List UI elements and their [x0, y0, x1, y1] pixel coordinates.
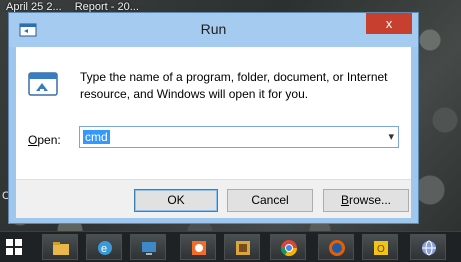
- network-icon: [139, 238, 159, 258]
- taskbar-item-internet-explorer[interactable]: e: [86, 234, 122, 260]
- taskbar: e O: [0, 231, 461, 262]
- taskbar-item-file-explorer[interactable]: [42, 234, 78, 260]
- taskbar-item-firefox[interactable]: [318, 234, 354, 260]
- firefox-icon: [327, 238, 347, 258]
- close-icon: x: [385, 16, 393, 31]
- cancel-button-label: Cancel: [251, 193, 289, 207]
- open-combobox[interactable]: cmd ▾: [79, 126, 399, 148]
- taskbar-item-chrome[interactable]: [270, 234, 306, 260]
- start-button[interactable]: [6, 239, 22, 255]
- dialog-footer: OK Cancel Browse...: [16, 179, 411, 218]
- browse-button[interactable]: Browse...: [323, 189, 409, 212]
- svg-text:O: O: [377, 244, 385, 255]
- dialog-description: Type the name of a program, folder, docu…: [80, 70, 388, 101]
- open-input-value[interactable]: cmd: [83, 130, 110, 144]
- file-explorer-icon: [51, 238, 71, 258]
- ok-button[interactable]: OK: [134, 189, 218, 212]
- open-label-accel: O: [28, 133, 38, 147]
- run-program-icon: [28, 72, 58, 96]
- taskbar-item-globe[interactable]: [410, 234, 446, 260]
- close-button[interactable]: x: [366, 13, 412, 34]
- taskbar-item-outlook[interactable]: O: [362, 234, 398, 260]
- browse-accel: B: [340, 193, 349, 207]
- title-bar[interactable]: Run x: [9, 13, 418, 47]
- globe-icon: [419, 238, 439, 258]
- open-label: Open:: [28, 133, 61, 147]
- office-icon: [189, 238, 209, 258]
- chrome-icon: [279, 238, 299, 258]
- dialog-title: Run: [200, 21, 227, 37]
- dialog-content: Type the name of a program, folder, docu…: [16, 47, 411, 218]
- svg-text:e: e: [101, 243, 107, 255]
- outlook-icon: O: [371, 238, 391, 258]
- taskbar-item-media[interactable]: [224, 234, 260, 260]
- media-icon: [233, 238, 253, 258]
- taskbar-item-network[interactable]: [130, 234, 166, 260]
- cancel-button[interactable]: Cancel: [227, 189, 313, 212]
- run-dialog: Run x Type the name of a program, folder…: [8, 12, 419, 224]
- open-label-rest: pen:: [37, 133, 61, 147]
- internet-explorer-icon: e: [95, 238, 115, 258]
- taskbar-item-office[interactable]: [180, 234, 216, 260]
- ok-button-label: OK: [167, 193, 185, 207]
- browse-button-label: rowse...: [349, 193, 392, 207]
- chevron-down-icon[interactable]: ▾: [388, 130, 394, 143]
